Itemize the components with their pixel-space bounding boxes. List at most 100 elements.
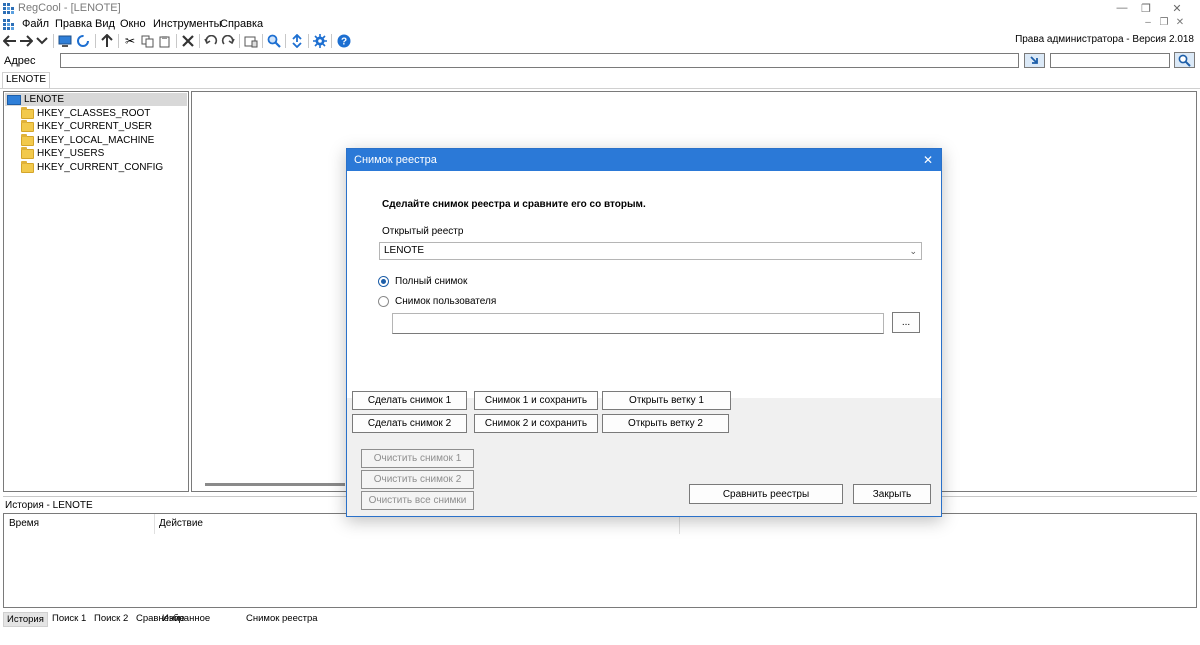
history-dropdown-icon[interactable] (34, 33, 50, 49)
tree-item-hku[interactable]: HKEY_USERS (21, 146, 104, 160)
chevron-down-icon: ⌄ (909, 246, 917, 256)
address-go-button[interactable] (1024, 53, 1045, 68)
replace-icon[interactable] (289, 33, 305, 49)
clear-all-snapshots-button[interactable]: Очистить все снимки (361, 491, 474, 510)
menu-window[interactable]: Окно (120, 18, 146, 30)
user-snapshot-radio[interactable] (378, 296, 389, 307)
full-snapshot-radio[interactable] (378, 276, 389, 287)
close-button[interactable]: ✕ (1154, 0, 1200, 16)
toolbar-separator (53, 34, 54, 48)
search-icon[interactable] (266, 33, 282, 49)
tree-root-label: LENOTE (24, 94, 65, 105)
tree-item-hkcu[interactable]: HKEY_CURRENT_USER (21, 119, 153, 133)
delete-icon[interactable] (180, 33, 196, 49)
snapshot-1-save-button[interactable]: Снимок 1 и сохранить (474, 391, 598, 410)
mdi-restore-icon[interactable]: ❐ (1158, 17, 1170, 29)
open-registry-select[interactable]: LENOTE ⌄ (379, 242, 922, 260)
tree-item-hkcc[interactable]: HKEY_CURRENT_CONFIG (21, 160, 164, 174)
horizontal-scrollbar[interactable] (205, 483, 345, 486)
mdi-minimize-icon[interactable]: – (1142, 17, 1154, 29)
quick-search-button[interactable] (1174, 52, 1195, 68)
document-tabstrip (0, 71, 1200, 89)
tree-item-hkcr[interactable]: HKEY_CLASSES_ROOT (21, 106, 151, 120)
take-snapshot-2-button[interactable]: Сделать снимок 2 (352, 414, 467, 433)
tree-item-label: HKEY_CLASSES_ROOT (37, 108, 151, 119)
tree-item-label: HKEY_CURRENT_USER (37, 121, 153, 132)
clear-snapshot-2-button[interactable]: Очистить снимок 2 (361, 470, 474, 489)
undo-icon[interactable] (203, 33, 219, 49)
column-header-action[interactable]: Действие (159, 518, 203, 529)
computer-icon (7, 94, 21, 105)
full-snapshot-label[interactable]: Полный снимок (395, 276, 467, 287)
toolbar-separator (199, 34, 200, 48)
help-icon[interactable]: ? (336, 33, 352, 49)
menu-tools[interactable]: Инструменты (153, 18, 222, 30)
back-icon[interactable] (2, 33, 18, 49)
quick-search-input[interactable] (1050, 53, 1170, 68)
compare-registries-button[interactable]: Сравнить реестры (689, 484, 843, 504)
column-header-time[interactable]: Время (9, 518, 39, 529)
column-divider[interactable] (679, 514, 680, 534)
toolbar-separator (285, 34, 286, 48)
window-title: RegCool - [LENOTE] (18, 2, 121, 14)
toolbar-separator (176, 34, 177, 48)
paste-icon[interactable] (156, 33, 172, 49)
refresh-icon[interactable] (75, 33, 91, 49)
admin-rights-version: Права администратора - Версия 2.018 (1015, 34, 1194, 45)
mdi-close-icon[interactable]: ✕ (1174, 17, 1186, 29)
settings-icon[interactable] (312, 33, 328, 49)
menu-file[interactable]: Файл (22, 18, 49, 30)
up-icon[interactable] (99, 33, 115, 49)
tree-item-label: HKEY_CURRENT_CONFIG (37, 162, 164, 173)
take-snapshot-1-button[interactable]: Сделать снимок 1 (352, 391, 467, 410)
copy-icon[interactable] (139, 33, 155, 49)
snapshot-path-input[interactable] (392, 313, 884, 334)
bottom-tab-favorites[interactable]: Избранное (159, 612, 213, 627)
dialog-title: Снимок реестра (347, 149, 941, 171)
clear-snapshot-1-button[interactable]: Очистить снимок 1 (361, 449, 474, 468)
user-snapshot-label[interactable]: Снимок пользователя (395, 296, 496, 307)
cut-icon[interactable]: ✂ (122, 33, 138, 49)
folder-icon (21, 160, 34, 173)
toolbar-separator (118, 34, 119, 48)
column-divider[interactable] (154, 514, 155, 534)
open-registry-value: LENOTE (384, 245, 425, 256)
tree-item-hklm[interactable]: HKEY_LOCAL_MACHINE (21, 133, 154, 147)
mdi-app-icon (3, 19, 14, 30)
browse-button[interactable]: ... (892, 312, 920, 333)
menu-view[interactable]: Вид (95, 18, 115, 30)
bottom-tab-history[interactable]: История (3, 612, 48, 627)
toolbar-separator (331, 34, 332, 48)
bottom-tab-search2[interactable]: Поиск 2 (91, 612, 131, 627)
address-input[interactable] (60, 53, 1019, 68)
dialog-close-icon[interactable]: ✕ (919, 151, 937, 169)
folder-icon (21, 133, 34, 146)
menu-edit[interactable]: Правка (55, 18, 92, 30)
title-bar (0, 0, 1200, 16)
tab-lenote[interactable]: LENOTE (2, 72, 51, 88)
app-icon (3, 3, 14, 14)
folder-icon (21, 119, 34, 132)
toolbar-separator (308, 34, 309, 48)
folder-icon (21, 146, 34, 159)
dialog-close-button[interactable]: Закрыть (853, 484, 931, 504)
open-branch-1-button[interactable]: Открыть ветку 1 (602, 391, 731, 410)
bottom-tab-snapshot[interactable]: Снимок реестра (243, 612, 321, 627)
redo-icon[interactable] (220, 33, 236, 49)
open-branch-2-button[interactable]: Открыть ветку 2 (602, 414, 729, 433)
toolbar-separator (95, 34, 96, 48)
snapshot-dialog: Снимок реестра ✕ Сделайте снимок реестра… (346, 148, 942, 517)
menu-help[interactable]: Справка (220, 18, 263, 30)
forward-icon[interactable] (18, 33, 34, 49)
tree-root[interactable]: LENOTE (7, 93, 64, 106)
open-registry-label: Открытый реестр (382, 226, 464, 237)
dialog-heading: Сделайте снимок реестра и сравните его с… (382, 199, 646, 210)
toolbar-separator (239, 34, 240, 48)
registry-tree[interactable]: LENOTE HKEY_CLASSES_ROOT HKEY_CURRENT_US… (3, 91, 189, 492)
snapshot-2-save-button[interactable]: Снимок 2 и сохранить (474, 414, 598, 433)
address-label: Адрес (4, 55, 36, 67)
bottom-tab-search1[interactable]: Поиск 1 (49, 612, 89, 627)
computer-icon[interactable] (57, 33, 73, 49)
folder-icon (21, 106, 34, 119)
new-window-icon[interactable] (243, 33, 259, 49)
